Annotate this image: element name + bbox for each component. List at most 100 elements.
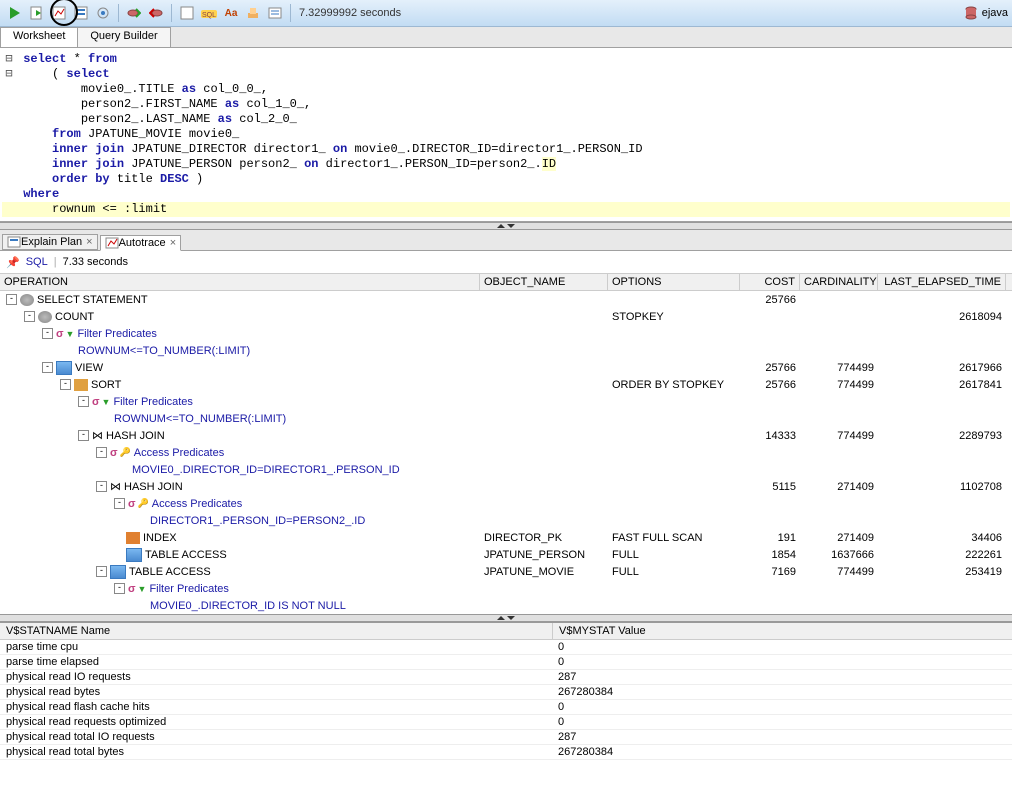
- autotrace-icon: [105, 237, 119, 249]
- worksheet-tabbar: Worksheet Query Builder: [0, 27, 1012, 48]
- rollback-icon[interactable]: [146, 3, 166, 23]
- plan-row[interactable]: -COUNTSTOPKEY2618094: [0, 308, 1012, 325]
- stats-row[interactable]: physical read total IO requests287: [0, 730, 1012, 745]
- hash-join-icon: ⋈: [110, 480, 121, 493]
- plan-tree: -SELECT STATEMENT25766 -COUNTSTOPKEY2618…: [0, 291, 1012, 614]
- collapse-icon[interactable]: -: [60, 379, 71, 390]
- collapse-icon[interactable]: -: [24, 311, 35, 322]
- plan-row[interactable]: -TABLE ACCESSJPATUNE_MOVIEFULL7169774499…: [0, 563, 1012, 580]
- plan-row[interactable]: MOVIE0_.DIRECTOR_ID IS NOT NULL: [0, 597, 1012, 614]
- plan-header: OPERATION OBJECT_NAME OPTIONS COST CARDI…: [0, 274, 1012, 291]
- plan-row[interactable]: -σ▼Filter Predicates: [0, 393, 1012, 410]
- key-icon: 🔑: [120, 447, 131, 458]
- statement-icon: [20, 294, 34, 306]
- unshared-icon[interactable]: [177, 3, 197, 23]
- plan-row[interactable]: -SORTORDER BY STOPKEY257667744992617841: [0, 376, 1012, 393]
- plan-row[interactable]: -σ🔑Access Predicates: [0, 495, 1012, 512]
- tab-autotrace[interactable]: Autotrace×: [100, 235, 182, 251]
- sql-editor[interactable]: ⊟ select * from ⊟ ( select movie0_.TITLE…: [0, 48, 1012, 222]
- stats-col-value[interactable]: V$MYSTAT Value: [553, 623, 1012, 639]
- collapse-icon[interactable]: -: [6, 294, 17, 305]
- funnel-icon: ▼: [66, 329, 75, 339]
- stats-col-name[interactable]: V$STATNAME Name: [0, 623, 553, 639]
- stats-row[interactable]: physical read bytes267280384: [0, 685, 1012, 700]
- funnel-icon: ▼: [138, 584, 147, 594]
- key-icon: 🔑: [138, 498, 149, 509]
- plan-row[interactable]: TABLE ACCESSJPATUNE_PERSONFULL1854163766…: [0, 546, 1012, 563]
- sigma-icon: σ: [128, 498, 136, 510]
- collapse-icon[interactable]: -: [96, 447, 107, 458]
- tab-worksheet[interactable]: Worksheet: [0, 27, 78, 47]
- sql-icon[interactable]: SQL: [199, 3, 219, 23]
- collapse-icon[interactable]: -: [114, 498, 125, 509]
- stats-row[interactable]: physical read total bytes267280384: [0, 745, 1012, 760]
- close-icon[interactable]: ×: [86, 236, 92, 248]
- stats-row[interactable]: physical read flash cache hits0: [0, 700, 1012, 715]
- col-cost[interactable]: COST: [740, 274, 800, 290]
- pin-icon[interactable]: 📌: [6, 256, 20, 269]
- sigma-icon: σ: [56, 328, 64, 340]
- stats-row[interactable]: physical read IO requests287: [0, 670, 1012, 685]
- db-icon[interactable]: [961, 3, 981, 23]
- commit-icon[interactable]: [124, 3, 144, 23]
- fold-icon[interactable]: ⊟: [2, 52, 16, 67]
- plan-row[interactable]: -σ▼Filter Predicates: [0, 325, 1012, 342]
- plan-row[interactable]: -σ🔑Access Predicates: [0, 444, 1012, 461]
- sigma-icon: σ: [92, 396, 100, 408]
- fold-icon[interactable]: ⊟: [2, 67, 16, 82]
- collapse-icon[interactable]: -: [42, 328, 53, 339]
- case-icon[interactable]: Aa: [221, 3, 241, 23]
- tab-explain-plan[interactable]: Explain Plan×: [2, 234, 98, 250]
- plan-row[interactable]: ROWNUM<=TO_NUMBER(:LIMIT): [0, 410, 1012, 427]
- col-cardinality[interactable]: CARDINALITY: [800, 274, 878, 290]
- sql-link[interactable]: SQL: [26, 256, 48, 268]
- history-icon[interactable]: [265, 3, 285, 23]
- horizontal-resizer-2[interactable]: [0, 614, 1012, 622]
- result-tabbar: Explain Plan× Autotrace×: [0, 230, 1012, 251]
- tuning-icon[interactable]: [93, 3, 113, 23]
- sigma-icon: σ: [128, 583, 136, 595]
- autotrace-icon[interactable]: [49, 3, 69, 23]
- collapse-icon[interactable]: -: [96, 481, 107, 492]
- table-icon: [110, 565, 126, 579]
- tab-querybuilder[interactable]: Query Builder: [77, 27, 170, 47]
- timing-label: 7.32999992 seconds: [299, 7, 401, 19]
- explain-icon[interactable]: [71, 3, 91, 23]
- sort-icon: [74, 379, 88, 391]
- close-icon[interactable]: ×: [170, 237, 176, 249]
- stats-body: parse time cpu0 parse time elapsed0 phys…: [0, 640, 1012, 760]
- plan-row[interactable]: -SELECT STATEMENT25766: [0, 291, 1012, 308]
- col-object[interactable]: OBJECT_NAME: [480, 274, 608, 290]
- horizontal-resizer[interactable]: [0, 222, 1012, 230]
- stats-header: V$STATNAME Name V$MYSTAT Value: [0, 622, 1012, 640]
- plan-row[interactable]: -VIEW257667744992617966: [0, 359, 1012, 376]
- collapse-icon[interactable]: -: [42, 362, 53, 373]
- plan-row[interactable]: ROWNUM<=TO_NUMBER(:LIMIT): [0, 342, 1012, 359]
- col-options[interactable]: OPTIONS: [608, 274, 740, 290]
- plan-row[interactable]: MOVIE0_.DIRECTOR_ID=DIRECTOR1_.PERSON_ID: [0, 461, 1012, 478]
- result-toolbar: 📌 SQL | 7.33 seconds: [0, 251, 1012, 274]
- stats-row[interactable]: parse time cpu0: [0, 640, 1012, 655]
- plan-row[interactable]: -⋈HASH JOIN143337744992289793: [0, 427, 1012, 444]
- run-script-icon[interactable]: [27, 3, 47, 23]
- count-icon: [38, 311, 52, 323]
- col-operation[interactable]: OPERATION: [0, 274, 480, 290]
- plan-row[interactable]: -σ▼Filter Predicates: [0, 580, 1012, 597]
- clear-icon[interactable]: [243, 3, 263, 23]
- plan-row[interactable]: DIRECTOR1_.PERSON_ID=PERSON2_.ID: [0, 512, 1012, 529]
- collapse-icon[interactable]: -: [78, 396, 89, 407]
- funnel-icon: ▼: [102, 397, 111, 407]
- result-timing: 7.33 seconds: [63, 256, 128, 268]
- collapse-icon[interactable]: -: [96, 566, 107, 577]
- run-icon[interactable]: [5, 3, 25, 23]
- col-elapsed[interactable]: LAST_ELAPSED_TIME: [878, 274, 1006, 290]
- stats-row[interactable]: physical read requests optimized0: [0, 715, 1012, 730]
- hash-join-icon: ⋈: [92, 429, 103, 442]
- stats-row[interactable]: parse time elapsed0: [0, 655, 1012, 670]
- sigma-icon: σ: [110, 447, 118, 459]
- collapse-icon[interactable]: -: [78, 430, 89, 441]
- collapse-icon[interactable]: -: [114, 583, 125, 594]
- plan-row[interactable]: INDEXDIRECTOR_PKFAST FULL SCAN1912714093…: [0, 529, 1012, 546]
- table-icon: [126, 548, 142, 562]
- plan-row[interactable]: -⋈HASH JOIN51152714091102708: [0, 478, 1012, 495]
